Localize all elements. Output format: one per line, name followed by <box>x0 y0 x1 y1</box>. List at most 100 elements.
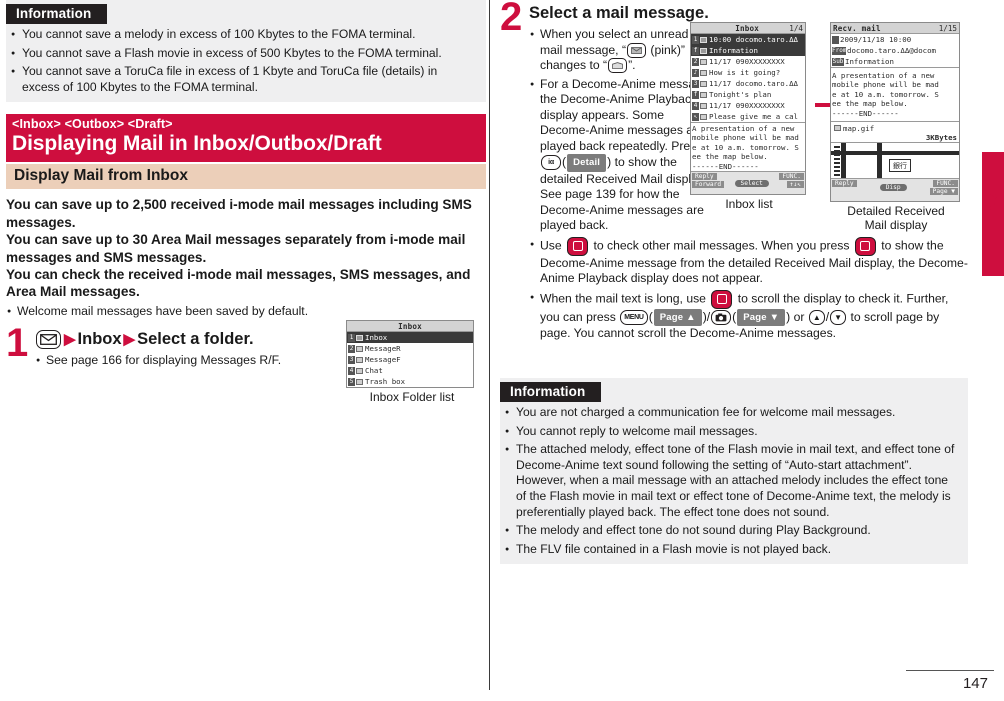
bullet-text-pre: Use <box>540 238 566 253</box>
folder-index: 5 <box>348 377 355 386</box>
up-key-icon: ▲ <box>808 309 825 325</box>
attachment-block: map.gif 3KBytes <box>831 121 959 142</box>
screen-title: Inbox <box>398 321 422 331</box>
folder-index: 4 <box>348 366 355 375</box>
forward-softkey[interactable]: Forward <box>692 181 725 189</box>
attachment-row[interactable]: map.gif <box>833 123 957 133</box>
reply-softkey[interactable]: Reply <box>832 180 857 188</box>
disp-softkey[interactable]: Disp <box>879 184 907 192</box>
folder-icon <box>356 367 363 374</box>
softkey-bar: Reply Disp FUNC. Page ▼ <box>831 178 959 202</box>
mail-row[interactable]: 1 10:00 docomo.taro.ΔΔ <box>691 34 805 45</box>
information-title: Information <box>6 4 108 24</box>
folder-label: Inbox <box>365 333 388 342</box>
mail-row[interactable]: ↖ Please give me a cal <box>691 111 805 122</box>
func-softkey[interactable]: FUNC. <box>779 173 804 181</box>
folder-index: 2 <box>348 344 355 353</box>
mail-row[interactable]: ♪ How is it going? <box>691 67 805 78</box>
up-key-label: ▲ <box>812 312 821 322</box>
mail-status-icon <box>700 69 707 76</box>
dpad-icon <box>854 236 876 256</box>
dpad-icon <box>567 236 589 256</box>
folder-icon <box>356 334 363 341</box>
mail-index: 1 <box>692 35 699 44</box>
screen-title: Inbox <box>735 23 760 33</box>
information-item: You cannot save a Flash movie in excess … <box>6 46 486 62</box>
func-softkey[interactable]: FUNC. <box>933 180 958 188</box>
mail-label: How is it going? <box>709 68 781 77</box>
step-2-heading: Select a mail message. <box>529 4 709 22</box>
bullet-text-pre: For a Decome-Anime message, the Decome-A… <box>540 76 713 153</box>
information-item: You cannot save a melody in excess of 10… <box>6 27 486 43</box>
mail-index: 2 <box>692 57 699 66</box>
bullet-text-post: to show the detailed Received Mail displ… <box>540 154 707 232</box>
information-item: The melody and effect tone do not sound … <box>500 523 968 539</box>
folder-row[interactable]: 2 MessageR <box>347 343 473 354</box>
down-key-label: ▼ <box>834 312 843 322</box>
side-tab-label: Mail <box>986 190 1002 220</box>
folder-row[interactable]: 3 MessageF <box>347 354 473 365</box>
bullet-text-post: ”. <box>628 58 636 72</box>
closed-envelope-pink-icon <box>627 42 647 58</box>
separator: / <box>825 309 830 324</box>
attachment-icon <box>834 125 841 132</box>
mail-preview-text: A presentation of a new mobile phone wil… <box>691 122 805 171</box>
step-2-bullet-use-dpad: Use to check other mail messages. When y… <box>529 236 969 287</box>
page-down-softkey[interactable]: Page ▼ <box>929 188 958 196</box>
softkey-bar: Reply Forward Select FUNC. ↑↓↖ <box>691 171 805 195</box>
mail-index: 4 <box>692 101 699 110</box>
folder-icon <box>356 345 363 352</box>
figure-caption: Inbox list <box>725 197 773 212</box>
select-softkey[interactable]: Select <box>734 180 769 188</box>
date-tag-icon <box>832 35 839 44</box>
mail-row[interactable]: 4 11/17 090XXXXXXXX <box>691 100 805 111</box>
mail-row[interactable]: f Tonight's plan <box>691 89 805 100</box>
information-list: You are not charged a communication fee … <box>500 405 968 557</box>
folder-row[interactable]: 4 Chat <box>347 365 473 376</box>
mail-row[interactable]: 2 11/17 090XXXXXXXX <box>691 56 805 67</box>
folder-icon <box>356 356 363 363</box>
down-key-icon: ▼ <box>830 309 847 325</box>
section-title-band: <Inbox> <Outbox> <Draft> Displaying Mail… <box>6 114 486 163</box>
lead-paragraph: You can save up to 30 Area Mail messages… <box>6 232 466 265</box>
bullet-text-pre: When the mail text is long, use <box>540 291 710 306</box>
mail-row[interactable]: f Information <box>691 45 805 56</box>
open-envelope-icon <box>608 58 628 74</box>
folder-label: Chat <box>365 366 383 375</box>
reply-softkey[interactable]: Reply <box>692 173 717 181</box>
mail-datetime: 2009/11/18 10:00 <box>840 35 912 44</box>
mail-status-icon <box>700 102 707 109</box>
bullet-text-mid2: or <box>790 309 808 324</box>
mail-label: Tonight's plan <box>709 90 772 99</box>
information-title: Information <box>500 382 602 402</box>
envelope-icon <box>36 329 61 349</box>
folder-row[interactable]: 1 Inbox <box>347 332 473 343</box>
mail-index: f <box>692 46 699 55</box>
step-2-bullet-unread: When you select an unread mail message, … <box>529 27 713 74</box>
inbox-list-figure: Inbox 1/4 1 10:00 docomo.taro.ΔΔ f Infor… <box>690 22 808 211</box>
mail-row[interactable]: 3 11/17 docomo.taro.ΔΔ <box>691 78 805 89</box>
folio-rule <box>906 670 994 671</box>
separator: / <box>706 309 711 324</box>
information-list: You cannot save a melody in excess of 10… <box>6 27 486 95</box>
step-number: 1 <box>6 321 29 366</box>
mail-status-icon <box>700 80 707 87</box>
information-item: The attached melody, effect tone of the … <box>500 442 968 520</box>
mail-from: docomo.taro.ΔΔ@docom <box>847 46 936 55</box>
page-number: 147 <box>962 675 988 692</box>
section-kicker: <Inbox> <Outbox> <Draft> <box>12 117 173 132</box>
screen-titlebar: Recv. mail 1/15 <box>831 23 959 34</box>
mail-index: 3 <box>692 79 699 88</box>
scroll-indicator-icon: ↑↓↖ <box>786 181 804 189</box>
screen-titlebar: Inbox 1/4 <box>691 23 805 34</box>
step-2-bullet-decome-anime: For a Decome-Anime message, the Decome-A… <box>529 77 713 234</box>
lead-bullet: Welcome mail messages have been saved by… <box>6 304 486 320</box>
folder-icon <box>356 378 363 385</box>
page-up-softkey: Page ▲ <box>653 308 702 326</box>
information-item: You cannot reply to welcome mail message… <box>500 424 968 440</box>
figure-caption-line2: Mail display <box>864 218 928 233</box>
detailed-mail-figure: Recv. mail 1/15 2009/11/18 10:00 From do… <box>830 22 962 232</box>
information-box-bottom: Information You are not charged a commun… <box>500 378 968 565</box>
mail-label: Please give me a cal <box>709 112 798 121</box>
folder-row[interactable]: 5 Trash box <box>347 376 473 387</box>
